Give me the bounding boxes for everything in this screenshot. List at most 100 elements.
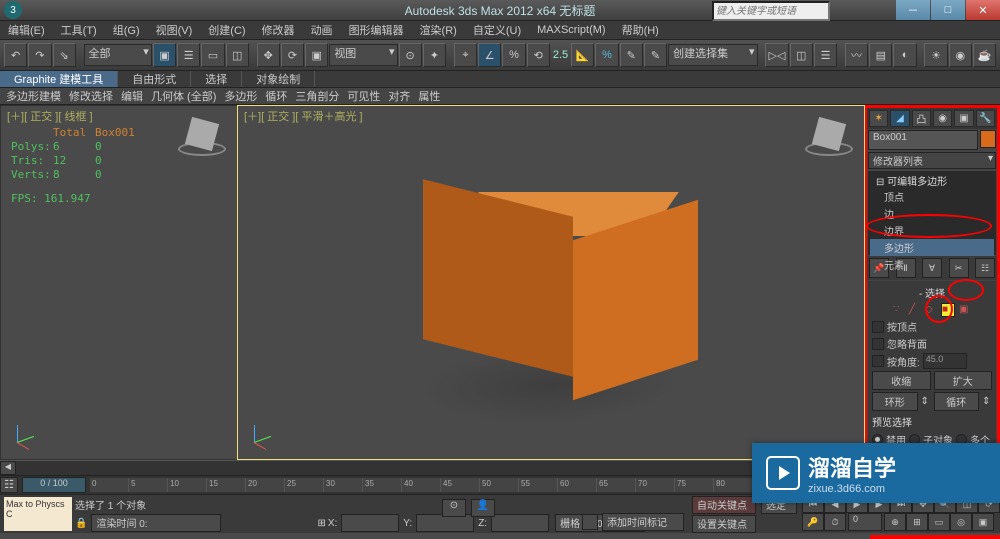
menu-edit[interactable]: 编辑(E)	[0, 22, 53, 38]
select-button[interactable]: ▣	[153, 43, 176, 67]
lock-toggle[interactable]: ⊙	[442, 499, 466, 517]
help-search-input[interactable]	[712, 1, 830, 21]
render-frame-button[interactable]: ◉	[949, 43, 972, 67]
mirror-button[interactable]: ▷◁	[765, 43, 788, 67]
viewport-left-label[interactable]: [＋][ 正交 ][ 线框 ]	[7, 108, 93, 124]
ribbon-poly[interactable]: 多边形	[220, 88, 261, 104]
close-button[interactable]: ✕	[966, 0, 1000, 20]
schematic-button[interactable]: ▤	[869, 43, 892, 67]
nav-region-button[interactable]: ▭	[928, 513, 950, 531]
maxscript-listener[interactable]: Max to Physcs C	[4, 497, 72, 531]
redo-button[interactable]: ↷	[28, 43, 51, 67]
tab-motion-icon[interactable]: ◉	[933, 110, 952, 127]
ribbon-tab-select[interactable]: 选择	[191, 71, 242, 87]
viewcube-left[interactable]	[177, 118, 227, 168]
ribbon-geom[interactable]: 几何体 (全部)	[147, 88, 220, 104]
tab-utilities-icon[interactable]: 🔧	[976, 110, 995, 127]
key-mode-button[interactable]: 🔑	[802, 513, 824, 531]
menu-customize[interactable]: 自定义(U)	[465, 22, 529, 38]
ribbon-align[interactable]: 对齐	[384, 88, 414, 104]
auto-key-button[interactable]: 自动关键点	[692, 496, 756, 514]
menu-help[interactable]: 帮助(H)	[614, 22, 667, 38]
percent-snap-button[interactable]: %	[502, 43, 525, 67]
menu-maxscript[interactable]: MAXScript(M)	[529, 24, 613, 36]
manipulate-button[interactable]: ✦	[423, 43, 446, 67]
ribbon-modsel[interactable]: 修改选择	[65, 88, 117, 104]
edit-set-button[interactable]: ✎	[620, 43, 643, 67]
loop-button[interactable]: 循环	[934, 392, 980, 411]
viewport-right-label[interactable]: [＋][ 正交 ][ 平滑＋高光 ]	[244, 108, 363, 124]
angle-snap-button[interactable]: ∠	[478, 43, 501, 67]
ring-button[interactable]: 环形	[872, 392, 918, 411]
modifier-list-dropdown[interactable]: 修改器列表	[868, 152, 996, 169]
pivot-button[interactable]: ⊙	[399, 43, 422, 67]
snap-toggle-button[interactable]: ⌖	[454, 43, 477, 67]
nav-zoom-ext-button[interactable]: ⊕	[884, 513, 906, 531]
angle-spinner[interactable]: 45.0	[923, 353, 967, 369]
ribbon-tri[interactable]: 三角剖分	[291, 88, 343, 104]
scroll-left-button[interactable]: ◀	[0, 461, 16, 475]
render-setup-button[interactable]: ☀	[924, 43, 947, 67]
ref-coord-combo[interactable]: 视图	[329, 44, 397, 66]
minimize-button[interactable]: －	[896, 0, 930, 20]
link-button[interactable]: ⇘	[53, 43, 76, 67]
select-name-button[interactable]: ☰	[177, 43, 200, 67]
ribbon-tab-paint[interactable]: 对象绘制	[242, 71, 315, 87]
rotate-button[interactable]: ⟳	[281, 43, 304, 67]
menu-view[interactable]: 视图(V)	[148, 22, 201, 38]
undo-button[interactable]: ↶	[4, 43, 27, 67]
stack-vertex[interactable]: 顶点	[870, 188, 994, 205]
menu-create[interactable]: 创建(C)	[200, 22, 253, 38]
move-button[interactable]: ✥	[257, 43, 280, 67]
tab-create-icon[interactable]: ✶	[869, 110, 888, 127]
ignore-backfacing-checkbox[interactable]	[872, 338, 884, 350]
subobj-vertex-icon[interactable]: ∵	[893, 304, 905, 316]
viewport-right[interactable]: [＋][ 正交 ][ 平滑＋高光 ]	[237, 105, 865, 460]
by-vertex-checkbox[interactable]	[872, 321, 884, 333]
timeline-config-icon[interactable]: ☷	[0, 477, 18, 493]
percent-icon[interactable]: %	[595, 43, 618, 67]
viewport-left[interactable]: [＋][ 正交 ][ 线框 ] TotalBox001 Polys:60 Tri…	[0, 105, 238, 460]
box-object[interactable]	[418, 156, 668, 406]
layers-button[interactable]: ☰	[814, 43, 837, 67]
tab-modify-icon[interactable]: ◢	[890, 110, 909, 127]
material-editor-button[interactable]: ◐	[893, 43, 916, 67]
z-coord-field[interactable]	[491, 514, 549, 532]
measure-icon[interactable]: 📐	[571, 43, 594, 67]
subobj-edge-icon[interactable]: ╱	[909, 304, 921, 316]
nav-zoom-all-button[interactable]: ⊞	[906, 513, 928, 531]
tab-display-icon[interactable]: ▣	[954, 110, 973, 127]
render-button[interactable]: ☕	[973, 43, 996, 67]
menu-render[interactable]: 渲染(R)	[412, 22, 465, 38]
menu-modifiers[interactable]: 修改器	[254, 22, 303, 38]
time-tag-button[interactable]	[582, 514, 598, 530]
modifier-stack[interactable]: ⊟ 可编辑多边形 顶点 边 边界 多边形 元素	[868, 171, 996, 255]
curve-editor-button[interactable]: 〰	[845, 43, 868, 67]
stack-element[interactable]: 元素	[870, 256, 994, 273]
ribbon-vis[interactable]: 可见性	[343, 88, 384, 104]
by-angle-checkbox[interactable]	[872, 355, 884, 367]
menu-animation[interactable]: 动画	[303, 22, 341, 38]
current-frame-field[interactable]: 0	[848, 513, 882, 531]
nav-orbit-button[interactable]: ◎	[950, 513, 972, 531]
viewcube-right[interactable]	[804, 118, 854, 168]
subobj-element-icon[interactable]: ▣	[959, 304, 971, 316]
viewports[interactable]: [＋][ 正交 ][ 线框 ] TotalBox001 Polys:60 Tri…	[0, 105, 865, 460]
ribbon-loop[interactable]: 循环	[261, 88, 291, 104]
grow-button[interactable]: 扩大	[934, 371, 993, 390]
window-crossing-button[interactable]: ◫	[226, 43, 249, 67]
scale-button[interactable]: ▣	[305, 43, 328, 67]
ribbon-tab-graphite[interactable]: Graphite 建模工具	[0, 71, 118, 87]
time-tag-field[interactable]: 添加时间标记	[602, 513, 684, 531]
x-coord-field[interactable]	[341, 514, 399, 532]
remove-set-button[interactable]: ✎	[644, 43, 667, 67]
object-color-swatch[interactable]	[980, 130, 996, 148]
object-name-field[interactable]: Box001	[868, 130, 978, 150]
menu-graph[interactable]: 图形编辑器	[341, 22, 412, 38]
align-button[interactable]: ◫	[790, 43, 813, 67]
maximize-button[interactable]: □	[931, 0, 965, 20]
menu-tools[interactable]: 工具(T)	[53, 22, 105, 38]
ribbon-tab-freeform[interactable]: 自由形式	[118, 71, 191, 87]
ribbon-polymodel[interactable]: 多边形建模	[2, 88, 65, 104]
isolate-toggle[interactable]: 👤	[471, 499, 495, 517]
